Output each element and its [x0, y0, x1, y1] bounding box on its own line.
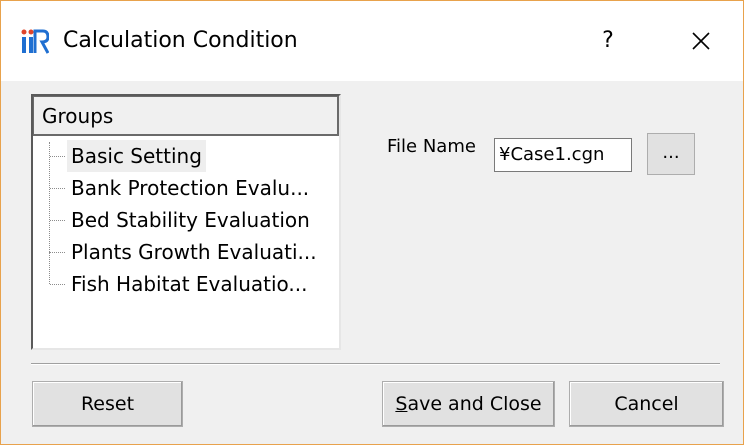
- iric-logo-icon: [21, 29, 49, 54]
- tree-item-fish-habitat[interactable]: Fish Habitat Evaluatio...: [67, 268, 311, 300]
- save-and-close-button[interactable]: Save and Close: [382, 381, 555, 427]
- groups-header: Groups: [33, 96, 339, 136]
- reset-button[interactable]: Reset: [32, 381, 183, 427]
- close-icon[interactable]: [681, 23, 721, 59]
- save-mnemonic: S: [395, 393, 408, 415]
- title-bar: Calculation Condition ?: [1, 1, 743, 81]
- groups-tree-panel[interactable]: Groups Basic Setting Bank Protection Eva…: [31, 94, 341, 350]
- tree-branch-line: [50, 284, 65, 285]
- calculation-condition-dialog: Calculation Condition ? Groups Basic Set…: [0, 0, 744, 445]
- tree-branch-line: [50, 156, 65, 157]
- tree-item-plants-growth[interactable]: Plants Growth Evaluati...: [67, 236, 321, 268]
- tree-item-basic-setting[interactable]: Basic Setting: [67, 140, 206, 172]
- tree-branch-line: [50, 220, 65, 221]
- cancel-button[interactable]: Cancel: [569, 381, 724, 427]
- divider: [31, 363, 720, 365]
- browse-button[interactable]: ...: [647, 133, 695, 175]
- tree-item-bank-protection[interactable]: Bank Protection Evalu...: [67, 172, 313, 204]
- file-name-field[interactable]: ¥Case1.cgn: [494, 138, 632, 172]
- tree-branch-line: [50, 252, 65, 253]
- file-name-value: ¥Case1.cgn: [499, 144, 605, 165]
- tree-branch-line: [49, 142, 50, 252]
- tree-branch-line: [49, 252, 50, 284]
- help-button[interactable]: ?: [593, 25, 623, 57]
- save-label-rest: ave and Close: [407, 393, 542, 415]
- tree-branch-line: [50, 188, 65, 189]
- tree-item-bed-stability[interactable]: Bed Stability Evaluation: [67, 204, 314, 236]
- file-name-label: File Name: [387, 136, 476, 157]
- window-title: Calculation Condition: [63, 28, 298, 53]
